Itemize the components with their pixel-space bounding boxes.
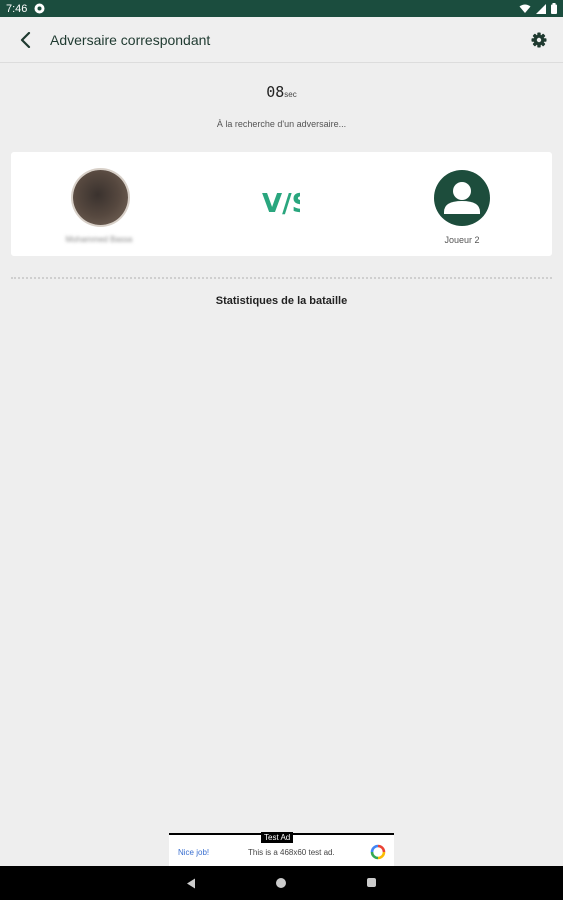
player1-avatar — [73, 170, 128, 225]
nav-home-button[interactable] — [276, 878, 286, 888]
status-bar: 7:46 — [0, 0, 563, 17]
ad-headline[interactable]: Nice job! — [178, 848, 209, 857]
signal-icon — [536, 3, 546, 14]
nav-recent-button[interactable] — [367, 878, 376, 887]
page-title: Adversaire correspondant — [50, 31, 211, 48]
battle-stats-title: Statistiques de la bataille — [215, 295, 348, 307]
searching-status: À la recherche d'un adversaire... — [216, 119, 347, 129]
ad-banner[interactable]: Test Ad Nice job! This is a 468x60 test … — [169, 832, 394, 868]
ad-tag: Test Ad — [261, 832, 294, 843]
match-card: Mohammed Bassa V/S Joueur 2 — [11, 152, 552, 256]
section-divider — [11, 277, 552, 279]
vs-text: V/S — [262, 189, 300, 216]
wifi-icon — [519, 4, 531, 13]
vs-logo: V/S — [262, 189, 300, 216]
battery-icon — [551, 3, 557, 14]
ad-body: This is a 468x60 test ad. — [248, 848, 335, 857]
system-nav-bar — [0, 866, 563, 900]
notification-icon — [34, 3, 45, 14]
timer-unit: sec — [284, 90, 297, 99]
back-button[interactable] — [14, 28, 38, 52]
player2-name: Joueur 2 — [444, 235, 480, 245]
nav-back-icon[interactable] — [186, 878, 196, 889]
player1-name: Mohammed Bassa — [65, 235, 133, 244]
countdown-timer: 08sec — [0, 83, 563, 101]
back-arrow-icon — [20, 31, 31, 48]
gear-icon — [531, 32, 547, 48]
status-time: 7:46 — [6, 2, 28, 15]
status-right — [519, 3, 557, 14]
status-left: 7:46 — [6, 3, 45, 15]
timer-value: 08 — [266, 83, 285, 101]
settings-button[interactable] — [528, 29, 550, 51]
person-icon — [444, 182, 480, 214]
ad-choices-icon[interactable] — [370, 844, 386, 860]
app-bar: Adversaire correspondant — [0, 17, 563, 63]
player2-avatar — [434, 170, 490, 226]
